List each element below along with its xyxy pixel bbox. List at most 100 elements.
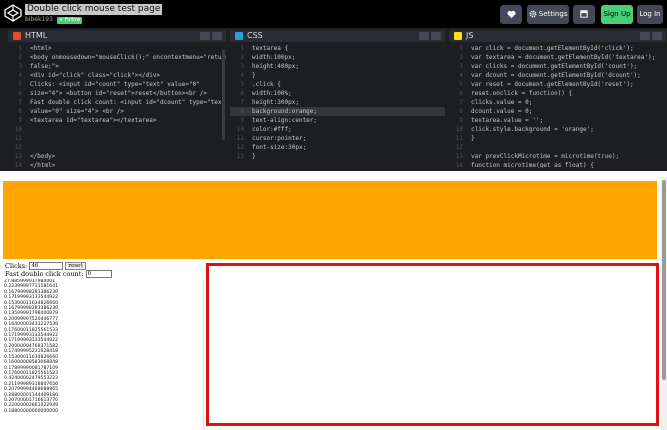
settings-chevron-icon[interactable]: [419, 32, 429, 40]
click-target-area[interactable]: [3, 181, 657, 259]
line-number: 4: [18, 72, 22, 79]
css-code-line: 11 cursor:pointer;: [230, 134, 445, 143]
js-editor[interactable]: JS 1 var click = document.getElementById(…: [449, 30, 666, 168]
code-text: var textarea = document.getElementById('…: [471, 54, 656, 61]
code-text: click.style.background = 'orange';: [471, 126, 594, 133]
js-code-line: 4 var dcount = document.getElementById('d…: [449, 71, 666, 80]
code-text: width:100px;: [252, 54, 296, 61]
line-number: 9: [459, 117, 463, 124]
line-number: 6: [240, 90, 244, 97]
codepen-logo-icon[interactable]: [4, 4, 22, 22]
line-number: 9: [18, 117, 22, 124]
fast-double-click-input[interactable]: 0: [85, 270, 112, 278]
code-text: background:orange;: [252, 108, 318, 115]
html-code-line: 6 size="4"> <button id="reset">reset</but…: [8, 89, 226, 98]
line-number: 4: [459, 72, 463, 79]
code-text: var clicks = document.getElementById('co…: [471, 63, 638, 70]
line-number: 11: [14, 135, 22, 142]
line-number: 3: [18, 63, 22, 70]
code-text: .click {: [252, 81, 281, 88]
html-code-line: 2 <body onmousedown="mouseClick();" oncon…: [8, 53, 226, 62]
line-number: 7: [240, 99, 244, 106]
code-text: </html>: [30, 162, 56, 168]
code-text: textarea {: [252, 45, 289, 52]
css-code-line: 9 text-align:center;: [230, 116, 445, 125]
settings-chevron-icon[interactable]: [640, 32, 650, 40]
code-text: var reset = document.getElementById('res…: [471, 81, 634, 88]
code-text: }: [252, 72, 256, 79]
html-code-line: 13 </body>: [8, 152, 226, 161]
line-number: 10: [455, 126, 463, 133]
css-code-line: 8 background:orange;: [230, 107, 445, 116]
heart-icon: [506, 10, 516, 18]
layout-icon: [580, 10, 588, 18]
js-code-line: 2 var textarea = document.getElementById(…: [449, 53, 666, 62]
css-code-line: 1 textarea {: [230, 44, 445, 53]
line-number: 8: [18, 108, 22, 115]
html-editor[interactable]: HTML 1 <html> 2 <body onmousedown="mouseCli…: [8, 30, 226, 168]
js-code-line: 14 function microtime(get_as_float) {: [449, 161, 666, 168]
css-editor[interactable]: CSS 1 textarea {2 width:100px; 3 height:40…: [230, 30, 445, 168]
html-code-line: 7 Fast double click count: <input id="dc…: [8, 98, 226, 107]
pen-title[interactable]: Double click mouse test page: [25, 4, 163, 15]
line-number: 11: [236, 135, 244, 142]
line-number: 8: [240, 108, 244, 115]
reset-button[interactable]: reset: [65, 262, 86, 270]
line-number: 2: [240, 54, 244, 61]
page-scrollbar-thumb[interactable]: [662, 180, 666, 380]
html-code-line: 1 <html>: [8, 44, 226, 53]
heart-button[interactable]: [500, 5, 522, 24]
js-code-line: 6 reset.onclick = function() {: [449, 89, 666, 98]
html-code-line: 11: [8, 134, 226, 143]
js-code-area[interactable]: 1 var click = document.getElementById('cl…: [449, 44, 666, 168]
topbar: Double click mouse test page bibek193 + …: [0, 0, 667, 28]
line-number: 12: [455, 144, 463, 151]
author-name[interactable]: bibek193: [25, 16, 53, 23]
line-number: 3: [240, 63, 244, 70]
settings-chevron-icon[interactable]: [200, 32, 210, 40]
line-number: 14: [455, 162, 463, 168]
css-code-line: 4}: [230, 71, 445, 80]
signup-button[interactable]: Sign Up: [601, 5, 633, 24]
follow-button[interactable]: + Follow: [56, 17, 83, 24]
collapse-icon[interactable]: [652, 32, 662, 40]
highlight-frame: [206, 263, 659, 426]
js-code-line: 3 var clicks = document.getElementById('c…: [449, 62, 666, 71]
css-code-line: 6 width:100%;: [230, 89, 445, 98]
css-code-line: 12 font-size:30px;: [230, 143, 445, 152]
code-text: value="0" size="4"> <br />: [30, 108, 124, 115]
css-code-line: 2 width:100px;: [230, 53, 445, 62]
change-view-button[interactable]: [573, 5, 595, 24]
login-button[interactable]: Log In: [637, 5, 663, 24]
code-text: textarea.value = '';: [471, 117, 544, 124]
css-editor-header: CSS: [230, 30, 445, 42]
html-code-area[interactable]: 1 <html> 2 <body onmousedown="mouseClick();…: [8, 44, 226, 168]
code-text: <div id="click" class="click"></div>: [30, 72, 161, 79]
clicks-count-input[interactable]: 46: [29, 262, 64, 270]
js-code-line: 1 var click = document.getElementById('cl…: [449, 44, 666, 53]
log-textarea[interactable]: 27.885999917984001 0.22399997711181641 0.1…: [4, 279, 204, 430]
pen-author: bibek193 + Follow: [25, 16, 83, 24]
settings-label: Settings: [538, 10, 568, 18]
line-number: 4: [240, 72, 244, 79]
js-code-line: 9 textarea.value = '';: [449, 116, 666, 125]
css-code-area[interactable]: 1 textarea {2 width:100px; 3 height:400px;…: [230, 44, 445, 168]
code-text: cursor:pointer;: [252, 135, 307, 142]
editor-panes: HTML 1 <html> 2 <body onmousedown="mouseCli…: [0, 28, 667, 171]
line-number: 2: [18, 54, 22, 61]
code-text: }: [252, 153, 256, 160]
html-editor-title: HTML: [25, 31, 48, 40]
line-number: 1: [459, 45, 463, 52]
code-text: Fast double click count: <input id="dcou…: [30, 99, 226, 106]
html-scrollbar[interactable]: [222, 50, 225, 140]
line-number: 7: [18, 99, 22, 106]
settings-button[interactable]: Settings: [527, 5, 569, 24]
js-code-line: 12: [449, 143, 666, 152]
collapse-icon[interactable]: [431, 32, 441, 40]
line-number: 13: [455, 153, 463, 160]
code-text: text-align:center;: [252, 117, 318, 124]
code-text: reset.onclick = function() {: [471, 90, 573, 97]
code-text: Clicks: <input id="count" type="text" va…: [30, 81, 200, 88]
page-scrollbar[interactable]: [661, 177, 667, 430]
collapse-icon[interactable]: [212, 32, 222, 40]
